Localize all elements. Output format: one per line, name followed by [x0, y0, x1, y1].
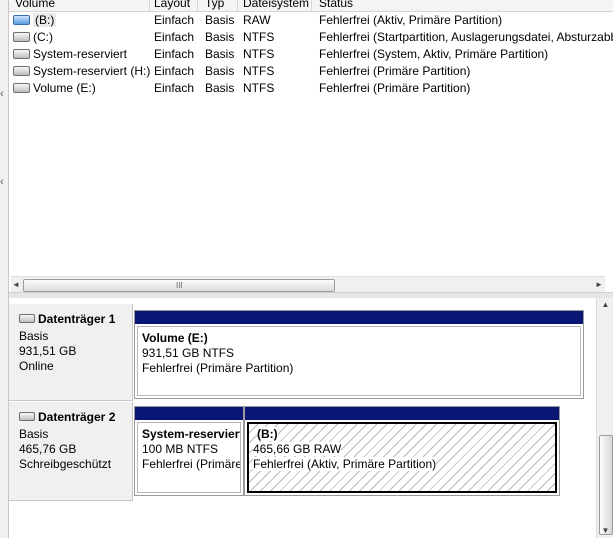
- scroll-right-icon[interactable]: ►: [592, 277, 606, 292]
- partition-status: Fehlerfrei (Primäre Partition): [142, 457, 241, 471]
- volume-layout: Einfach: [154, 81, 195, 95]
- volume-typ: Basis: [205, 30, 235, 44]
- disk-row-2: Datenträger 2 Basis 465,76 GB Schreibges…: [9, 402, 596, 501]
- disk-type: Basis: [19, 427, 49, 441]
- volume-status: Fehlerfrei (Primäre Partition): [319, 64, 471, 78]
- column-header-typ[interactable]: Typ: [205, 0, 224, 10]
- disk-icon: [19, 314, 35, 324]
- partition-bar: [245, 407, 559, 420]
- partition-b[interactable]: (B:) 465,66 GB RAW Fehlerfrei (Aktiv, Pr…: [244, 406, 560, 496]
- volume-typ: Basis: [205, 81, 235, 95]
- scroll-down-icon[interactable]: ▼: [597, 524, 613, 538]
- removable-drive-icon: [13, 14, 30, 25]
- horizontal-scrollbar[interactable]: ◄ III ►: [11, 276, 605, 292]
- disk-row-1: Datenträger 1 Basis 931,51 GB Online Vol…: [9, 304, 596, 401]
- volume-name: System-reserviert: [33, 47, 128, 61]
- volume-row[interactable]: (C:) Einfach Basis NTFS Fehlerfrei (Star…: [9, 29, 613, 46]
- disk-info-2[interactable]: Datenträger 2 Basis 465,76 GB Schreibges…: [9, 402, 133, 501]
- disk-state: Schreibgeschützt: [19, 457, 112, 471]
- scroll-grip-icon: III: [176, 281, 183, 290]
- disk-icon: [19, 412, 35, 422]
- column-header-status[interactable]: Status: [319, 0, 353, 10]
- volume-layout: Einfach: [154, 30, 195, 44]
- volume-row[interactable]: System-reserviert (H:) Einfach Basis NTF…: [9, 63, 613, 80]
- volume-typ: Basis: [205, 13, 235, 27]
- partition-volume-e[interactable]: Volume (E:) 931,51 GB NTFS Fehlerfrei (P…: [134, 310, 584, 399]
- volume-status: Fehlerfrei (System, Aktiv, Primäre Parti…: [319, 47, 549, 61]
- volume-status: Fehlerfrei (Aktiv, Primäre Partition): [319, 13, 503, 27]
- partition-size: 931,51 GB NTFS: [142, 346, 235, 360]
- volume-status: Fehlerfrei (Primäre Partition): [319, 81, 471, 95]
- volume-name: (C:): [33, 30, 53, 44]
- left-edge-strip: ‹ ‹: [0, 0, 9, 538]
- volume-name: System-reserviert (H:): [33, 64, 151, 78]
- partition-status: Fehlerfrei (Aktiv, Primäre Partition): [253, 457, 437, 471]
- column-header-volume[interactable]: Volume: [15, 0, 55, 10]
- volume-filesystem: RAW: [243, 13, 271, 27]
- column-header-layout[interactable]: Layout: [154, 0, 190, 10]
- vertical-scroll-thumb[interactable]: [599, 435, 613, 535]
- disk-map: Datenträger 1 Basis 931,51 GB Online Vol…: [9, 298, 613, 538]
- disk-info-1[interactable]: Datenträger 1 Basis 931,51 GB Online: [9, 304, 133, 401]
- drive-icon: [13, 65, 30, 76]
- volume-status: Fehlerfrei (Startpartition, Auslagerungs…: [319, 30, 613, 44]
- drive-icon: [13, 31, 30, 42]
- disk-state: Online: [19, 359, 54, 373]
- disk-name: Datenträger 1: [38, 312, 116, 326]
- volume-filesystem: NTFS: [243, 81, 275, 95]
- volume-list[interactable]: Volume Layout Typ Dateisystem Status (B:…: [9, 0, 613, 292]
- partition-system-reserved[interactable]: System-reserviert 100 MB NTFS Fehlerfrei…: [134, 406, 244, 496]
- disk-size: 465,76 GB: [19, 442, 77, 456]
- column-header-dateisystem[interactable]: Dateisystem: [243, 0, 309, 10]
- volume-row[interactable]: System-reserviert Einfach Basis NTFS Feh…: [9, 46, 613, 63]
- vertical-scrollbar[interactable]: ▲ ▼: [596, 298, 613, 538]
- partition-bar: [135, 407, 243, 420]
- volume-filesystem: NTFS: [243, 47, 275, 61]
- volume-typ: Basis: [205, 47, 235, 61]
- partition-label: Volume (E:): [142, 331, 208, 345]
- drive-icon: [13, 82, 30, 93]
- scroll-left-icon[interactable]: ◄: [9, 277, 23, 292]
- disk-management-window: ‹ ‹ Volume Layout Typ Dateisystem Status…: [0, 0, 613, 538]
- partition-size: 465,66 GB RAW: [253, 442, 342, 456]
- volume-layout: Einfach: [154, 47, 195, 61]
- partition-size: 100 MB NTFS: [142, 442, 219, 456]
- horizontal-scroll-thumb[interactable]: III: [23, 279, 335, 292]
- disk-type: Basis: [19, 329, 49, 343]
- drive-icon: [13, 48, 30, 59]
- volume-name: Volume (E:): [33, 81, 96, 95]
- partition-label: (B:): [257, 427, 278, 441]
- volume-filesystem: NTFS: [243, 30, 275, 44]
- volume-layout: Einfach: [154, 64, 195, 78]
- volume-row[interactable]: (B:) Einfach Basis RAW Fehlerfrei (Aktiv…: [9, 12, 613, 29]
- volume-row[interactable]: Volume (E:) Einfach Basis NTFS Fehlerfre…: [9, 80, 613, 97]
- partition-label: System-reserviert: [142, 427, 241, 441]
- disk-size: 931,51 GB: [19, 344, 77, 358]
- scroll-up-icon[interactable]: ▲: [597, 298, 613, 312]
- volume-filesystem: NTFS: [243, 64, 275, 78]
- partition-status: Fehlerfrei (Primäre Partition): [142, 361, 294, 375]
- column-header-row: Volume Layout Typ Dateisystem Status: [9, 0, 613, 12]
- partition-bar: [135, 311, 583, 324]
- volume-typ: Basis: [205, 64, 235, 78]
- volume-name: (B:): [33, 13, 57, 27]
- volume-layout: Einfach: [154, 13, 195, 27]
- disk-name: Datenträger 2: [38, 410, 116, 424]
